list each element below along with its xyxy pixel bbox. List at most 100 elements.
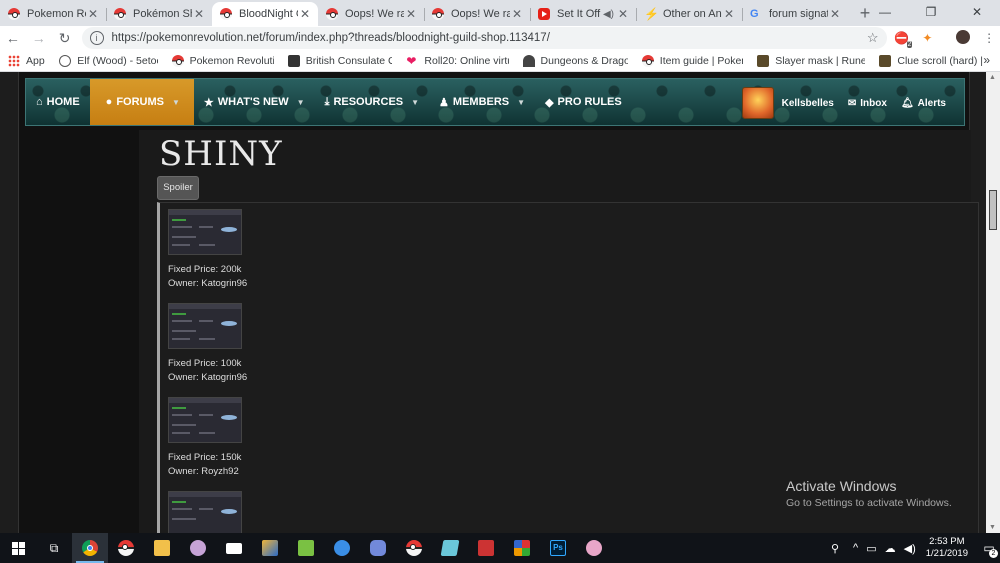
bookmark-item[interactable]: Item guide | Pokemo bbox=[641, 54, 743, 67]
taskbar-file-explorer[interactable] bbox=[144, 533, 180, 563]
taskbar-app[interactable] bbox=[576, 533, 612, 563]
close-icon[interactable]: ✕ bbox=[828, 7, 842, 21]
taskbar-app[interactable] bbox=[432, 533, 468, 563]
clock[interactable]: 2:53 PM 1/21/2019 bbox=[926, 536, 968, 560]
scroll-up-icon[interactable]: ▲ bbox=[989, 74, 996, 81]
close-icon[interactable]: ✕ bbox=[404, 7, 418, 21]
taskbar-app[interactable] bbox=[180, 533, 216, 563]
bookmark-item[interactable]: Apps bbox=[8, 54, 45, 67]
close-icon[interactable]: ✕ bbox=[722, 7, 736, 21]
alerts-link[interactable]: 🔔︎ Alerts bbox=[901, 98, 946, 109]
scrollbar-thumb[interactable] bbox=[989, 190, 997, 230]
page-scrollbar[interactable]: ▲ ▼ bbox=[986, 72, 1000, 533]
bookmark-item[interactable]: Elf (Wood) - 5etools bbox=[59, 54, 158, 67]
taskbar-photoshop[interactable]: Ps bbox=[540, 533, 576, 563]
browser-tab[interactable]: Set It Off ◀) ✕ bbox=[530, 2, 636, 26]
bookmark-item[interactable]: Pokemon Revolution bbox=[171, 54, 274, 67]
taskbar-app[interactable] bbox=[324, 533, 360, 563]
taskbar-app[interactable] bbox=[468, 533, 504, 563]
chevron-down-icon[interactable]: ▼ bbox=[411, 98, 419, 107]
taskbar-pokemon[interactable] bbox=[396, 533, 432, 563]
minimize-icon[interactable]: — bbox=[862, 0, 908, 24]
anime-icon: ⚡ bbox=[644, 7, 659, 21]
menu-icon[interactable]: ⋮ bbox=[978, 31, 1000, 45]
price-text: Fixed Price: 100k bbox=[168, 358, 242, 369]
close-window-icon[interactable]: ✕ bbox=[954, 0, 1000, 24]
back-icon[interactable]: ← bbox=[0, 30, 26, 46]
nav-home[interactable]: ⌂ HOME bbox=[26, 79, 90, 125]
pokeball-icon bbox=[406, 540, 422, 556]
extension-icon[interactable]: ✦ bbox=[916, 31, 938, 45]
people-icon[interactable]: ⚲ bbox=[831, 542, 839, 555]
close-icon[interactable]: ✕ bbox=[616, 7, 630, 21]
chevron-up-icon[interactable]: ^ bbox=[853, 542, 858, 554]
pokemon-screenshot-thumbnail[interactable] bbox=[168, 397, 242, 443]
nav-forums[interactable]: ● FORUMS ▼ bbox=[89, 79, 194, 125]
bookmark-star-icon[interactable]: ☆ bbox=[867, 30, 879, 46]
pokeball-icon bbox=[220, 8, 232, 20]
browser-tab[interactable]: G forum signatu ✕ bbox=[742, 2, 848, 26]
reload-icon[interactable]: ↻ bbox=[52, 30, 78, 47]
bookmark-label: Dungeons & Dragons bbox=[540, 54, 628, 67]
pokemon-screenshot-thumbnail[interactable] bbox=[168, 303, 242, 349]
avatar[interactable] bbox=[741, 87, 774, 119]
nav-resources[interactable]: ⤓ RESOURCES ▼ bbox=[315, 79, 429, 125]
info-icon[interactable]: i bbox=[89, 31, 104, 45]
bookmarks-overflow-button[interactable]: » bbox=[983, 53, 990, 67]
close-icon[interactable]: ✕ bbox=[510, 7, 524, 21]
taskbar-app[interactable] bbox=[504, 533, 540, 563]
taskbar-mail[interactable] bbox=[216, 533, 252, 563]
nav-pro-rules[interactable]: ◆ PRO RULES bbox=[535, 79, 632, 125]
taskbar-chrome[interactable] bbox=[72, 533, 108, 563]
taskbar-app[interactable] bbox=[288, 533, 324, 563]
nav-members[interactable]: ♟ MEMBERS ▼ bbox=[429, 79, 535, 125]
extension-icon[interactable]: ⛔ 2 bbox=[891, 31, 913, 48]
browser-tab[interactable]: Oops! We ran ✕ bbox=[318, 2, 424, 26]
bookmark-item[interactable]: Slayer mask | RuneSc bbox=[757, 54, 865, 67]
address-bar[interactable]: i https://pokemonrevolution.net/forum/in… bbox=[81, 27, 887, 49]
scroll-down-icon[interactable]: ▼ bbox=[989, 524, 996, 531]
task-view-button[interactable]: ⧉ bbox=[36, 533, 72, 563]
pokemon-screenshot-thumbnail[interactable] bbox=[168, 491, 242, 533]
browser-tab-active[interactable]: BloodNight Gu ✕ bbox=[212, 2, 318, 26]
chevron-down-icon[interactable]: ▼ bbox=[517, 98, 525, 107]
speaker-icon[interactable]: ◀) bbox=[603, 9, 614, 20]
taskbar-pokemon-revolution[interactable] bbox=[108, 533, 144, 563]
profile-icon[interactable] bbox=[952, 29, 974, 47]
browser-tab[interactable]: Pokémon Shop ✕ bbox=[106, 2, 212, 26]
shop-entry: Fixed Price: 200k Owner: Katogrin96 bbox=[168, 209, 368, 291]
owner-text: Owner: Royzh92 bbox=[168, 466, 239, 477]
taskbar-discord[interactable] bbox=[360, 533, 396, 563]
battery-icon[interactable]: ▭ bbox=[866, 542, 876, 555]
url-text[interactable]: https://pokemonrevolution.net/forum/inde… bbox=[112, 32, 867, 44]
maximize-icon[interactable]: ❐ bbox=[908, 0, 954, 24]
bookmark-item[interactable]: British Consulate Ger bbox=[287, 54, 392, 67]
browser-tab[interactable]: ⚡ Other on Anim ✕ bbox=[636, 2, 742, 26]
spoiler-button[interactable]: Spoiler bbox=[157, 176, 199, 200]
bookmark-item[interactable]: Dungeons & Dragons bbox=[522, 54, 628, 67]
bookmark-item[interactable]: ❤ Roll20: Online virtual bbox=[406, 55, 508, 67]
inbox-link[interactable]: ✉ Inbox bbox=[848, 98, 887, 109]
pokemon-screenshot-thumbnail[interactable] bbox=[168, 209, 242, 255]
close-icon[interactable]: ✕ bbox=[192, 7, 206, 21]
chevron-down-icon[interactable]: ▼ bbox=[172, 98, 180, 107]
browser-tab[interactable]: Oops! We ran ✕ bbox=[424, 2, 530, 26]
username-link[interactable]: Kellsbelles bbox=[782, 98, 834, 109]
nav-whats-new[interactable]: ★ WHAT'S NEW ▼ bbox=[194, 79, 315, 125]
taskbar-app[interactable] bbox=[252, 533, 288, 563]
close-icon[interactable]: ✕ bbox=[298, 7, 312, 21]
notification-center-button[interactable]: ▭ 2 bbox=[978, 533, 1000, 563]
browser-tab[interactable]: Pokemon Revo ✕ bbox=[0, 2, 106, 26]
bookmark-item[interactable]: Clue scroll (hard) | Ru bbox=[879, 54, 986, 67]
pokeball-icon bbox=[118, 540, 134, 556]
pokeball-icon bbox=[326, 8, 338, 20]
volume-icon[interactable]: ◀) bbox=[904, 542, 916, 555]
owner-text: Owner: Katogrin96 bbox=[168, 372, 248, 383]
pokeball-icon bbox=[432, 8, 444, 20]
forward-icon[interactable]: → bbox=[26, 30, 52, 46]
start-button[interactable] bbox=[0, 533, 36, 563]
network-icon[interactable]: ☁ bbox=[885, 542, 896, 555]
app-icon bbox=[514, 540, 530, 556]
close-icon[interactable]: ✕ bbox=[86, 7, 100, 21]
chevron-down-icon[interactable]: ▼ bbox=[297, 98, 305, 107]
